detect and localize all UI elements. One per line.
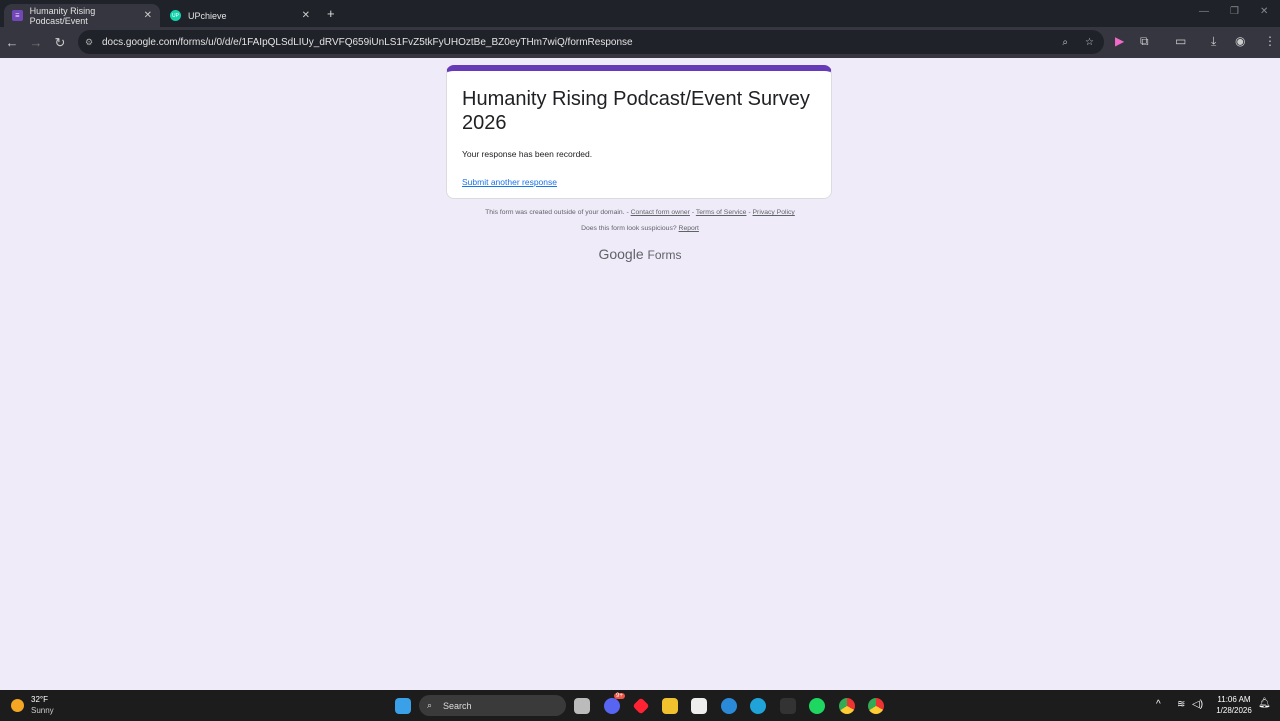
notice-text: This form was created outside of your do…	[485, 209, 629, 216]
separator: -	[748, 209, 751, 216]
site-info-icon[interactable]: ⚙	[85, 37, 93, 48]
confirmation-message: Your response has been recorded.	[462, 149, 593, 159]
weather-desc[interactable]: Sunny	[31, 706, 54, 715]
start-icon[interactable]	[395, 698, 411, 714]
upchieve-icon: UP	[170, 10, 181, 21]
bookmark-star-icon[interactable]: ☆	[1085, 37, 1094, 48]
reload-icon[interactable]: ↻	[48, 35, 72, 51]
volume-icon[interactable]: ◁)	[1192, 699, 1203, 710]
tab-title: UPchieve	[188, 10, 227, 21]
terms-link[interactable]: Terms of Service	[696, 209, 747, 216]
chrome-icon[interactable]	[868, 698, 884, 714]
logo-forms: Forms	[647, 248, 682, 262]
edge-icon[interactable]	[750, 698, 766, 714]
store-icon[interactable]	[691, 698, 707, 714]
report-line: Does this form look suspicious? Report	[0, 225, 1280, 232]
spotify-icon[interactable]	[809, 698, 825, 714]
cast-search-icon[interactable]: ▭	[1175, 34, 1186, 48]
chrome-icon[interactable]	[839, 698, 855, 714]
profile-icon[interactable]: ◉	[1235, 34, 1245, 48]
wifi-icon[interactable]: ≋	[1177, 699, 1185, 710]
discord-icon[interactable]	[604, 698, 620, 714]
extensions-puzzle-icon[interactable]: ⧉	[1140, 34, 1149, 49]
confirmation-card: Humanity Rising Podcast/Event Survey 202…	[446, 65, 832, 199]
download-icon[interactable]: ⤓	[1211, 34, 1216, 49]
google-forms-logo[interactable]: Google Forms	[0, 246, 1280, 262]
search-icon: ⌕	[427, 700, 433, 710]
clock-time[interactable]: 11:06 AM	[1214, 695, 1254, 704]
submit-another-link[interactable]: Submit another response	[462, 177, 816, 187]
address-bar[interactable]: ⚙ docs.google.com/forms/u/0/d/e/1FAIpQLS…	[78, 30, 1104, 54]
forms-icon: ☰	[12, 10, 23, 21]
restore-button[interactable]: ❐	[1230, 6, 1239, 17]
discord-badge: 9+	[614, 693, 625, 699]
sun-icon	[11, 699, 24, 712]
file-explorer-icon[interactable]	[662, 698, 678, 714]
close-tab-icon[interactable]: ✕	[302, 10, 310, 21]
new-tab-button[interactable]: +	[327, 6, 335, 21]
close-tab-icon[interactable]: ✕	[144, 10, 152, 21]
task-view-icon[interactable]	[574, 698, 590, 714]
privacy-link[interactable]: Privacy Policy	[753, 209, 795, 216]
menu-icon[interactable]: ⋮	[1264, 34, 1276, 48]
form-title: Humanity Rising Podcast/Event Survey 202…	[462, 88, 810, 134]
close-window-button[interactable]: ✕	[1260, 6, 1268, 17]
tab-strip: ☰ Humanity Rising Podcast/Event ✕ UP UPc…	[0, 0, 1280, 27]
separator: -	[691, 209, 695, 216]
back-icon[interactable]: ←	[0, 35, 24, 50]
toolbar: ← → ↻ ⚙ docs.google.com/forms/u/0/d/e/1F…	[0, 27, 1280, 58]
suspicious-text: Does this form look suspicious?	[581, 225, 677, 232]
tab-upchieve[interactable]: UP UPchieve ✕	[162, 4, 318, 27]
url-text[interactable]: docs.google.com/forms/u/0/d/e/1FAIpQLSdL…	[102, 37, 633, 48]
zoom-icon[interactable]: ⌕	[1062, 37, 1068, 48]
domain-notice: This form was created outside of your do…	[0, 209, 1280, 216]
contact-owner-link[interactable]: Contact form owner	[631, 209, 690, 216]
tab-title: Humanity Rising Podcast/Event	[29, 5, 96, 26]
epic-games-icon[interactable]	[780, 698, 796, 714]
search-label: Search	[443, 700, 472, 711]
tab-forms[interactable]: ☰ Humanity Rising Podcast/Event ✕	[4, 4, 160, 27]
clock-date[interactable]: 1/28/2026	[1212, 706, 1256, 715]
notification-icon[interactable]: 🔔︎	[1258, 698, 1271, 709]
minimize-button[interactable]: —	[1199, 6, 1209, 17]
help-icon[interactable]	[721, 698, 737, 714]
taskbar-search[interactable]: ⌕ Search	[419, 695, 566, 716]
extension-icon[interactable]: ▶	[1115, 34, 1124, 48]
app-icon[interactable]	[632, 697, 650, 715]
weather-temp[interactable]: 32°F	[31, 695, 48, 704]
report-link[interactable]: Report	[679, 225, 699, 232]
forward-icon[interactable]: →	[24, 35, 48, 50]
logo-google: Google	[598, 246, 644, 262]
chevron-up-icon[interactable]: ^	[1156, 699, 1161, 710]
taskbar: 32°F Sunny ⌕ Search 9+ ^ ≋ ◁) 11:06 AM 1…	[0, 690, 1280, 721]
